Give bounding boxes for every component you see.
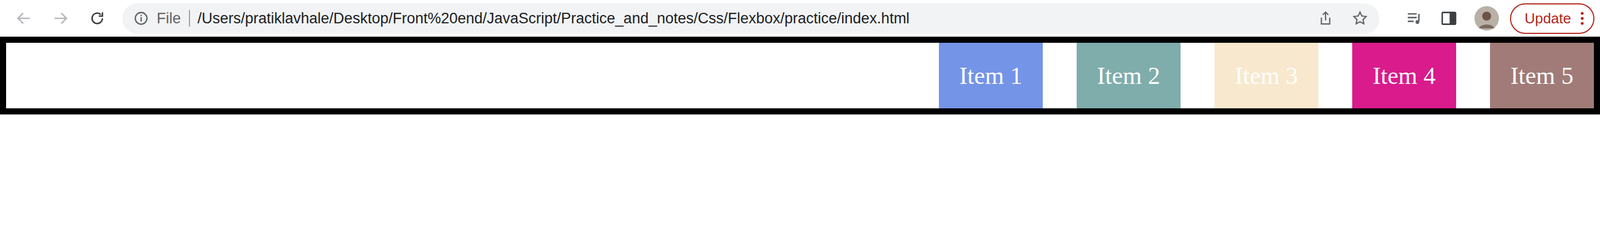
flex-item: Item 3	[1214, 42, 1319, 109]
address-bar[interactable]: File/Users/pratiklavhale/Desktop/Front%2…	[122, 3, 1380, 34]
menu-dots-icon	[1580, 11, 1585, 26]
reload-button[interactable]	[84, 5, 110, 32]
media-queue-icon[interactable]	[1405, 9, 1424, 28]
flex-item: Item 4	[1352, 42, 1457, 109]
forward-arrow-icon	[51, 9, 70, 28]
update-label: Update	[1524, 10, 1572, 28]
browser-window: File/Users/pratiklavhale/Desktop/Front%2…	[0, 0, 1600, 230]
forward-button[interactable]	[47, 5, 74, 32]
flex-item: Item 5	[1490, 42, 1594, 109]
star-icon[interactable]	[1351, 10, 1369, 27]
nav-buttons	[11, 5, 110, 32]
update-button[interactable]: Update	[1510, 3, 1595, 34]
back-arrow-icon	[15, 9, 33, 28]
profile-avatar-icon[interactable]	[1474, 6, 1499, 31]
info-icon	[133, 10, 149, 27]
browser-toolbar: File/Users/pratiklavhale/Desktop/Front%2…	[0, 0, 1600, 37]
scheme-label: File	[156, 10, 182, 28]
flex-item: Item 2	[1076, 42, 1181, 109]
reload-icon	[88, 9, 107, 28]
flex-container: Item 1 Item 2 Item 3 Item 4 Item 5	[0, 36, 1600, 115]
url-text: /Users/pratiklavhale/Desktop/Front%20end…	[197, 10, 1300, 28]
toolbar-actions: Update	[1405, 3, 1595, 34]
page-content: Item 1 Item 2 Item 3 Item 4 Item 5	[0, 36, 1600, 230]
side-panel-icon[interactable]	[1440, 9, 1458, 28]
divider	[188, 10, 190, 27]
back-button[interactable]	[11, 5, 37, 32]
flex-item: Item 1	[938, 42, 1043, 109]
share-icon[interactable]	[1317, 10, 1334, 27]
